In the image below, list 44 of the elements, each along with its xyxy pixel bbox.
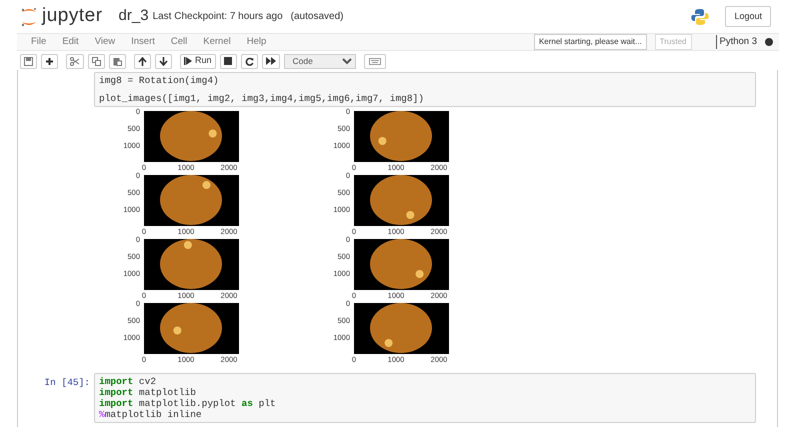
copy-icon — [92, 56, 101, 66]
stop-icon — [224, 57, 232, 65]
scissors-icon — [70, 56, 80, 66]
save-button[interactable] — [20, 54, 37, 68]
restart-icon — [244, 56, 254, 66]
insert-cell-button[interactable] — [41, 54, 58, 68]
menu-item[interactable]: Kernel — [195, 34, 239, 50]
cut-button[interactable] — [66, 54, 84, 68]
menu-item[interactable]: Insert — [123, 34, 163, 50]
copy-button[interactable] — [88, 54, 105, 68]
fast-forward-icon — [266, 57, 276, 65]
menu-item[interactable]: Help — [238, 34, 274, 50]
trusted-indicator[interactable]: Trusted — [654, 34, 692, 50]
arrow-down-icon — [159, 56, 168, 66]
step-forward-icon — [184, 57, 192, 65]
arrow-up-icon — [138, 56, 147, 66]
jupyter-logo-icon — [20, 6, 38, 26]
paste-icon — [113, 56, 122, 66]
plus-icon — [45, 56, 54, 66]
menu-item[interactable]: View — [86, 34, 124, 50]
move-down-button[interactable] — [155, 54, 172, 68]
restart-button[interactable] — [240, 54, 258, 68]
cell-type-dropdown[interactable]: Code — [284, 54, 356, 68]
fast-forward-button[interactable] — [262, 54, 280, 68]
move-up-button[interactable] — [134, 54, 151, 68]
run-button[interactable]: Run — [180, 54, 216, 68]
keyboard-button[interactable] — [364, 54, 386, 68]
checkpoint-text: Last Checkpoint: 7 hours ago — [152, 10, 283, 24]
stop-button[interactable] — [220, 54, 237, 68]
notebook-name[interactable]: dr_3 — [118, 5, 149, 28]
python-logo-icon — [691, 8, 710, 26]
logout-button[interactable]: Logout — [725, 6, 771, 28]
paste-button[interactable] — [109, 54, 126, 68]
menu-item[interactable]: Cell — [162, 34, 196, 50]
menu-item[interactable]: File — [23, 34, 54, 50]
kernel-name: Python 3 — [716, 34, 757, 50]
keyboard-icon — [368, 58, 381, 64]
cell-prompt: In [45]: — [44, 377, 90, 388]
kernel-status-indicator: Kernel starting, please wait... — [534, 34, 647, 50]
autosave-status: (autosaved) — [290, 10, 344, 24]
menu-item[interactable]: Edit — [54, 34, 87, 50]
code-cell[interactable]: img8 = Rotation(img4) plot_images([img1, img2, img3,img4,img5,img6,img7, img8]) — [94, 72, 756, 107]
code-cell[interactable]: import cv2 import matplotlib import matplotlib.pyplot as plt %matplotlib inline — [94, 373, 756, 423]
jupyter-logo-text[interactable]: jupyter — [42, 2, 103, 31]
